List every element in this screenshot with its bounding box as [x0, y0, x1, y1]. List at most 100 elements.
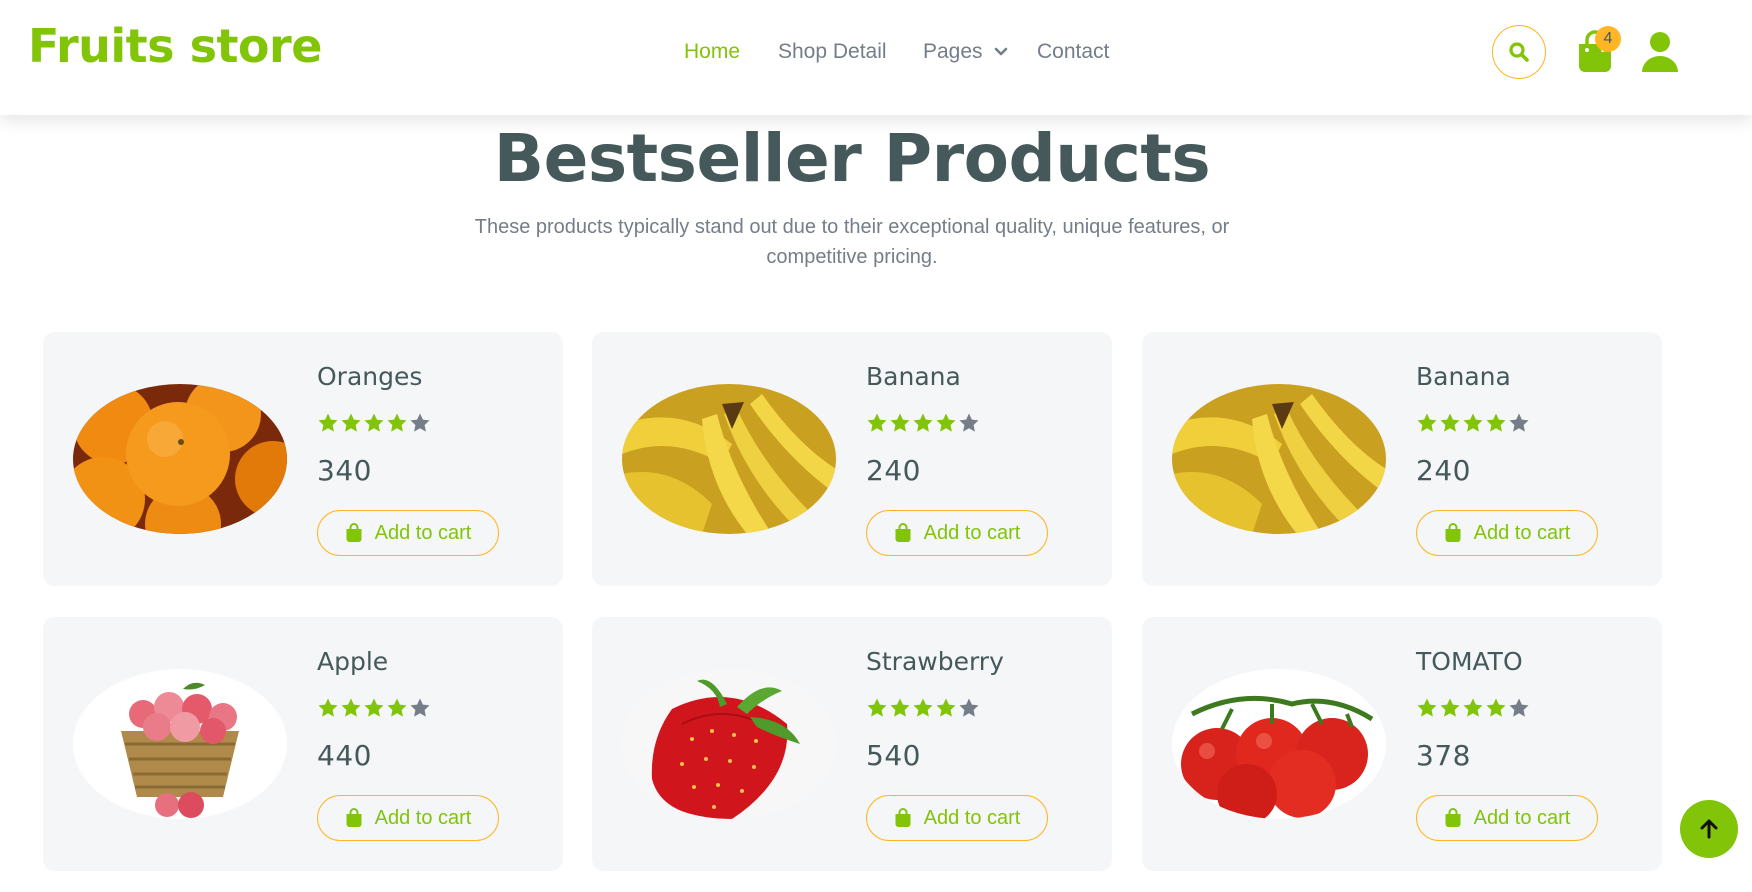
- product-rating: [866, 412, 981, 436]
- shopping-bag-icon: [1445, 808, 1461, 827]
- section-title: Bestseller Products: [493, 120, 1211, 197]
- add-to-cart-label: Add to cart: [1473, 521, 1571, 544]
- star-empty-icon: [410, 413, 430, 432]
- user-icon: [1642, 32, 1678, 72]
- star-filled-icon: [318, 698, 338, 717]
- star-empty-icon: [1509, 413, 1529, 432]
- star-filled-icon: [1486, 698, 1506, 717]
- add-to-cart-label: Add to cart: [374, 806, 472, 829]
- add-to-cart-button[interactable]: Add to cart: [317, 510, 499, 556]
- add-to-cart-button[interactable]: Add to cart: [866, 795, 1048, 841]
- product-price: 540: [866, 739, 921, 772]
- product-name[interactable]: Strawberry: [866, 647, 1004, 676]
- star-filled-icon: [1417, 413, 1437, 432]
- nav-item-contact[interactable]: Contact: [1037, 40, 1109, 64]
- product-name[interactable]: TOMATO: [1416, 647, 1523, 676]
- star-filled-icon: [936, 698, 956, 717]
- product-rating: [317, 412, 432, 436]
- product-card[interactable]: Banana 240 Add to cart: [1142, 332, 1662, 586]
- add-to-cart-label: Add to cart: [923, 806, 1021, 829]
- star-filled-icon: [364, 698, 384, 717]
- star-empty-icon: [410, 698, 430, 717]
- star-filled-icon: [890, 413, 910, 432]
- product-image-apples[interactable]: [73, 669, 287, 819]
- product-image-oranges[interactable]: [73, 384, 287, 534]
- product-name[interactable]: Banana: [1416, 362, 1511, 391]
- chevron-down-icon: [995, 48, 1008, 56]
- product-rating: [866, 697, 981, 721]
- shopping-bag-icon: [346, 808, 362, 827]
- section-description: These products typically stand out due t…: [474, 216, 1230, 268]
- product-price: 340: [317, 454, 372, 487]
- star-filled-icon: [341, 413, 361, 432]
- product-image-bananas[interactable]: [1172, 384, 1386, 534]
- star-filled-icon: [1463, 413, 1483, 432]
- star-filled-icon: [1463, 698, 1483, 717]
- star-filled-icon: [1440, 698, 1460, 717]
- star-filled-icon: [867, 698, 887, 717]
- nav-item-home[interactable]: Home: [684, 40, 740, 64]
- product-image-tomatoes[interactable]: [1172, 669, 1386, 819]
- shopping-bag-icon: [895, 808, 911, 827]
- star-empty-icon: [959, 698, 979, 717]
- product-price: 378: [1416, 739, 1471, 772]
- shopping-bag-icon: [1445, 523, 1461, 542]
- product-price: 240: [866, 454, 921, 487]
- apples-image: [73, 669, 287, 819]
- star-filled-icon: [867, 413, 887, 432]
- star-filled-icon: [936, 413, 956, 432]
- product-image-bananas[interactable]: [622, 384, 836, 534]
- arrow-up-icon: [1700, 819, 1718, 839]
- star-filled-icon: [913, 698, 933, 717]
- product-card[interactable]: Strawberry 540 Add to cart: [592, 617, 1112, 871]
- star-filled-icon: [913, 413, 933, 432]
- product-card[interactable]: Apple 440 Add to cart: [43, 617, 563, 871]
- search-icon: [1509, 42, 1529, 62]
- product-rating: [1416, 412, 1531, 436]
- add-to-cart-button[interactable]: Add to cart: [866, 510, 1048, 556]
- star-filled-icon: [387, 413, 407, 432]
- strawberry-image: [622, 669, 836, 819]
- tomatoes-image: [1172, 669, 1386, 819]
- star-empty-icon: [959, 413, 979, 432]
- product-card[interactable]: Oranges 340 Add to cart: [43, 332, 563, 586]
- star-filled-icon: [341, 698, 361, 717]
- add-to-cart-label: Add to cart: [923, 521, 1021, 544]
- back-to-top-button[interactable]: [1680, 800, 1738, 858]
- star-filled-icon: [1440, 413, 1460, 432]
- product-card[interactable]: TOMATO 378 Add to cart: [1142, 617, 1662, 871]
- site-header: Fruits store Home Shop Detail Pages Cont…: [0, 0, 1752, 115]
- product-rating: [1416, 697, 1531, 721]
- user-account-button[interactable]: [1640, 30, 1680, 74]
- add-to-cart-label: Add to cart: [1473, 806, 1571, 829]
- star-filled-icon: [318, 413, 338, 432]
- product-price: 240: [1416, 454, 1471, 487]
- site-logo[interactable]: Fruits store: [28, 19, 322, 73]
- add-to-cart-label: Add to cart: [374, 521, 472, 544]
- star-filled-icon: [890, 698, 910, 717]
- product-name[interactable]: Apple: [317, 647, 388, 676]
- product-rating: [317, 697, 432, 721]
- star-empty-icon: [1509, 698, 1529, 717]
- star-filled-icon: [387, 698, 407, 717]
- star-filled-icon: [364, 413, 384, 432]
- bananas-image: [1172, 384, 1386, 534]
- add-to-cart-button[interactable]: Add to cart: [1416, 510, 1598, 556]
- shopping-bag-icon: [895, 523, 911, 542]
- product-name[interactable]: Oranges: [317, 362, 422, 391]
- product-card[interactable]: Banana 240 Add to cart: [592, 332, 1112, 586]
- oranges-image: [73, 384, 287, 534]
- product-image-strawberry[interactable]: [622, 669, 836, 819]
- star-filled-icon: [1486, 413, 1506, 432]
- product-price: 440: [317, 739, 372, 772]
- product-name[interactable]: Banana: [866, 362, 961, 391]
- bananas-image: [622, 384, 836, 534]
- add-to-cart-button[interactable]: Add to cart: [1416, 795, 1598, 841]
- star-filled-icon: [1417, 698, 1437, 717]
- search-button[interactable]: [1492, 25, 1546, 79]
- nav-item-pages-label: Pages: [923, 40, 983, 63]
- nav-item-shop-detail[interactable]: Shop Detail: [778, 40, 887, 64]
- add-to-cart-button[interactable]: Add to cart: [317, 795, 499, 841]
- nav-item-pages[interactable]: Pages: [923, 40, 1008, 64]
- shopping-bag-icon: [346, 523, 362, 542]
